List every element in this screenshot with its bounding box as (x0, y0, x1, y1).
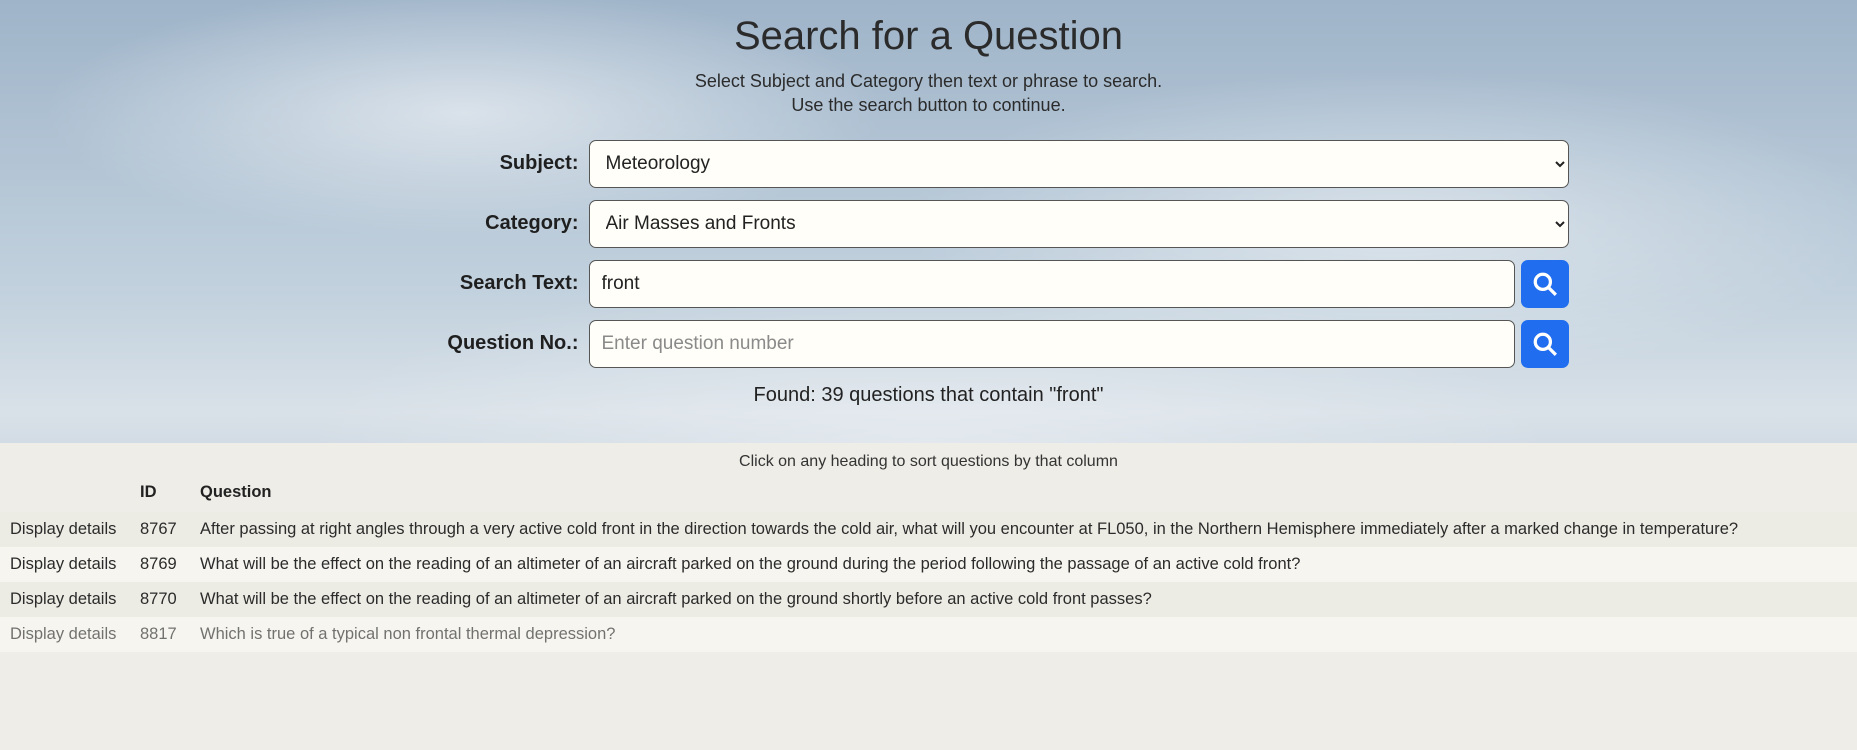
found-count: Found: 39 questions that contain "front" (289, 384, 1569, 407)
label-category: Category: (289, 212, 589, 235)
search-form: Subject: Meteorology Category: Air Masse… (289, 140, 1569, 407)
display-details-link[interactable]: Display details (10, 520, 116, 538)
cell-id: 8817 (130, 617, 190, 652)
cell-question: What will be the effect on the reading o… (190, 547, 1857, 582)
search-text-input[interactable] (589, 260, 1515, 308)
table-row: Display details 8770What will be the effe… (0, 582, 1857, 617)
page-subtitle: Select Subject and Category then text or… (0, 69, 1857, 118)
question-no-input[interactable] (589, 320, 1515, 368)
col-header-id[interactable]: ID (130, 477, 190, 512)
page-title: Search for a Question (0, 14, 1857, 59)
display-details-link[interactable]: Display details (10, 555, 116, 573)
question-no-search-button[interactable] (1521, 320, 1569, 368)
label-subject: Subject: (289, 152, 589, 175)
cell-question: Which is true of a typical non frontal t… (190, 617, 1857, 652)
subtitle-line-2: Use the search button to continue. (791, 95, 1065, 115)
page: Search for a Question Select Subject and… (0, 0, 1857, 750)
search-icon (1532, 271, 1558, 297)
table-row: Display details 8769What will be the effe… (0, 547, 1857, 582)
search-text-button[interactable] (1521, 260, 1569, 308)
cell-id: 8769 (130, 547, 190, 582)
row-subject: Subject: Meteorology (289, 140, 1569, 188)
col-header-action[interactable] (0, 477, 130, 512)
row-search-text: Search Text: (289, 260, 1569, 308)
cell-id: 8770 (130, 582, 190, 617)
label-search-text: Search Text: (289, 272, 589, 295)
row-question-no: Question No.: (289, 320, 1569, 368)
subtitle-line-1: Select Subject and Category then text or… (695, 71, 1162, 91)
table-row: Display details 8767After passing at righ… (0, 512, 1857, 547)
label-question-no: Question No.: (289, 332, 589, 355)
search-icon (1532, 331, 1558, 357)
results-table: ID Question Display details 8767After pas… (0, 477, 1857, 652)
cell-question: After passing at right angles through a … (190, 512, 1857, 547)
display-details-link[interactable]: Display details (10, 590, 116, 608)
subject-select[interactable]: Meteorology (589, 140, 1569, 188)
results-panel: Click on any heading to sort questions b… (0, 443, 1857, 750)
display-details-link[interactable]: Display details (10, 625, 116, 643)
row-category: Category: Air Masses and Fronts (289, 200, 1569, 248)
table-row: Display details 8817Which is true of a ty… (0, 617, 1857, 652)
cell-question: What will be the effect on the reading o… (190, 582, 1857, 617)
category-select[interactable]: Air Masses and Fronts (589, 200, 1569, 248)
cell-id: 8767 (130, 512, 190, 547)
col-header-question[interactable]: Question (190, 477, 1857, 512)
sort-hint: Click on any heading to sort questions b… (0, 449, 1857, 477)
